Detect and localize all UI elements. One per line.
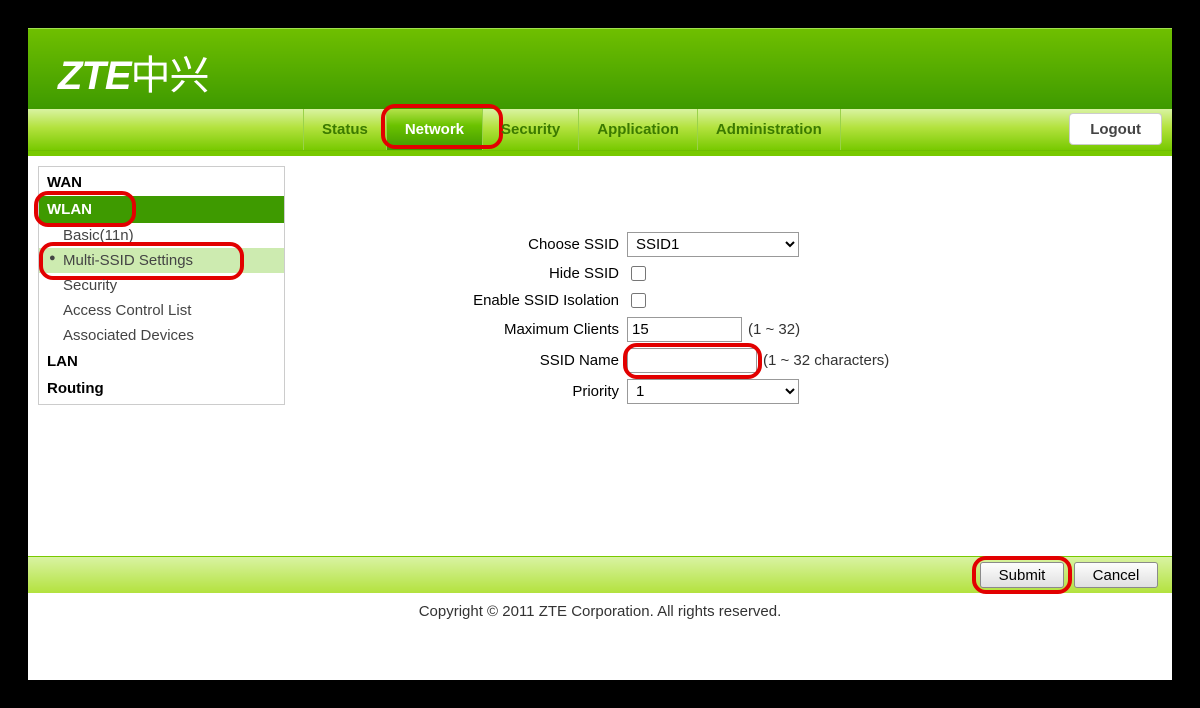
sidebar-item-assoc[interactable]: Associated Devices xyxy=(39,323,284,348)
header-banner: ZTE中兴 xyxy=(28,28,1172,109)
cancel-button[interactable]: Cancel xyxy=(1074,562,1158,588)
sidebar-item-multi-ssid[interactable]: Multi-SSID Settings xyxy=(39,248,284,273)
label-choose-ssid: Choose SSID xyxy=(319,236,627,253)
top-nav: Status Network Security Application Admi… xyxy=(28,109,1172,151)
sidebar-group-wan[interactable]: WAN xyxy=(39,169,284,196)
sidebar-group-routing[interactable]: Routing xyxy=(39,375,284,402)
sidebar: WAN WLAN Basic(11n) Multi-SSID Settings … xyxy=(38,166,285,405)
tab-network[interactable]: Network xyxy=(387,109,483,150)
priority-select[interactable]: 1 xyxy=(627,379,799,404)
hide-ssid-checkbox[interactable] xyxy=(631,266,646,281)
main-form: Choose SSID SSID1 Hide SSID Enable SSID … xyxy=(299,156,1172,556)
sidebar-item-acl[interactable]: Access Control List xyxy=(39,298,284,323)
label-hide-ssid: Hide SSID xyxy=(319,265,627,282)
sidebar-item-basic[interactable]: Basic(11n) xyxy=(39,223,284,248)
hint-max: (1 ~ 32) xyxy=(748,321,800,338)
tab-administration[interactable]: Administration xyxy=(698,109,841,150)
tab-status[interactable]: Status xyxy=(303,109,387,150)
sidebar-wlan-label: WLAN xyxy=(47,201,92,218)
logo-cn: 中兴 xyxy=(131,54,209,98)
sidebar-group-lan[interactable]: LAN xyxy=(39,348,284,375)
ssid-name-input[interactable] xyxy=(627,348,757,373)
logout-button[interactable]: Logout xyxy=(1069,113,1162,145)
copyright: Copyright © 2011 ZTE Corporation. All ri… xyxy=(28,593,1172,630)
label-ssid-name: SSID Name xyxy=(319,352,627,369)
submit-button[interactable]: Submit xyxy=(980,562,1064,588)
label-max-clients: Maximum Clients xyxy=(319,321,627,338)
tab-application[interactable]: Application xyxy=(579,109,698,150)
logo-zte: ZTE xyxy=(58,54,131,98)
max-clients-input[interactable] xyxy=(627,317,742,342)
button-bar: Submit Cancel xyxy=(28,556,1172,593)
sidebar-item-security[interactable]: Security xyxy=(39,273,284,298)
choose-ssid-select[interactable]: SSID1 xyxy=(627,232,799,257)
sidebar-group-wlan[interactable]: WLAN xyxy=(39,196,284,223)
tab-network-label: Network xyxy=(405,121,464,138)
label-priority: Priority xyxy=(319,383,627,400)
brand-logo: ZTE中兴 xyxy=(58,43,209,101)
tab-security[interactable]: Security xyxy=(483,109,579,150)
hint-name: (1 ~ 32 characters) xyxy=(763,352,889,369)
ssid-isolation-checkbox[interactable] xyxy=(631,293,646,308)
label-ssid-isolation: Enable SSID Isolation xyxy=(319,292,627,309)
sidebar-multi-label: Multi-SSID Settings xyxy=(63,252,193,269)
